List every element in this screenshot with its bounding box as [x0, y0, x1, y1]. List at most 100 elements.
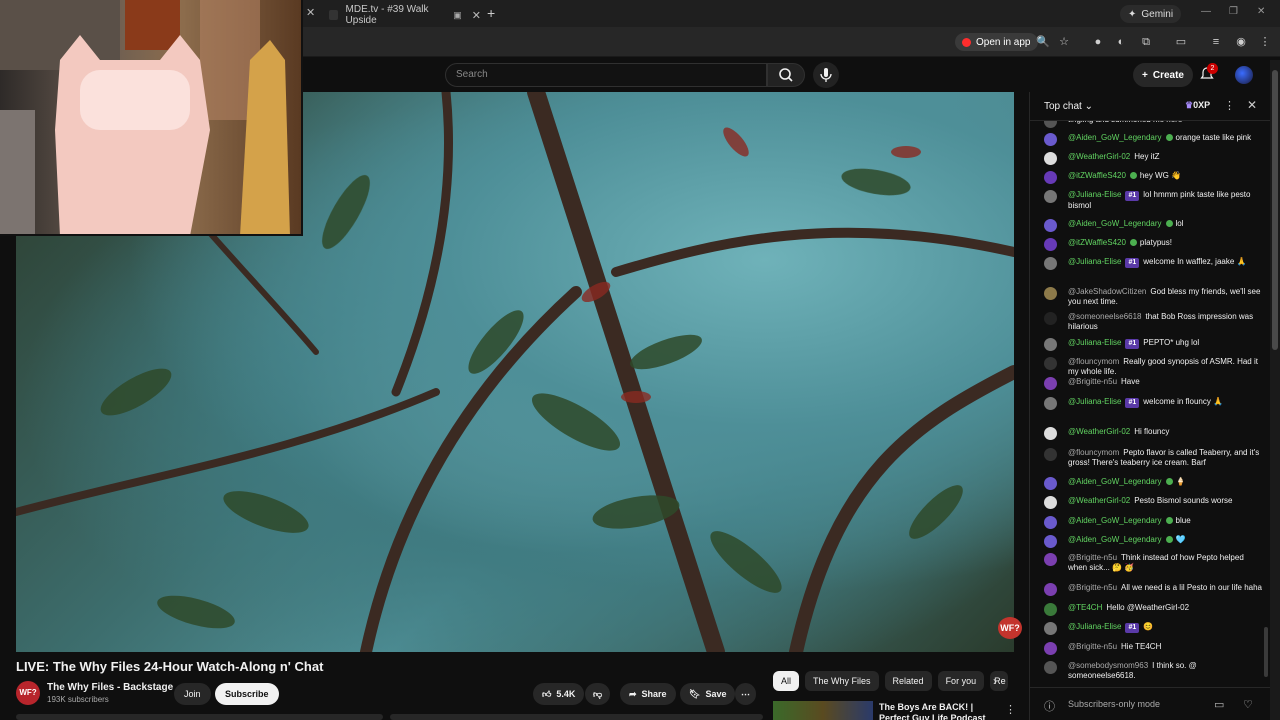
save-button[interactable]: 🔖︎ Save — [680, 683, 736, 705]
chat-author-avatar[interactable] — [1044, 477, 1057, 490]
chat-author-name[interactable]: @itZWaffleS420 — [1068, 238, 1126, 247]
open-in-app-button[interactable]: Open in app — [955, 33, 1038, 51]
bookmark-star-icon[interactable]: ☆ — [1057, 35, 1071, 49]
chat-message[interactable]: @Aiden_GoW_Legendary orange taste like pi… — [1044, 133, 1262, 146]
chat-author-name[interactable]: @Aiden_GoW_Legendary — [1068, 535, 1162, 544]
chat-author-name[interactable]: @WeatherGirl-02 — [1068, 496, 1130, 505]
chat-message[interactable]: @Aiden_GoW_Legendary blue — [1044, 516, 1262, 529]
extension-icon[interactable]: ● — [1091, 35, 1105, 49]
zoom-icon[interactable]: 🔍 — [1036, 35, 1050, 49]
chat-author-name[interactable]: @Juliana-Elise — [1068, 622, 1121, 631]
chat-message[interactable]: @WeatherGirl-02 Hey itZ — [1044, 152, 1262, 165]
chat-message[interactable]: @Aiden_GoW_Legendary 🩵 — [1044, 535, 1262, 548]
chip-the-why-files[interactable]: The Why Files — [805, 671, 879, 691]
gemini-button[interactable]: ✦ Gemini — [1120, 5, 1182, 23]
new-tab-button[interactable]: + — [487, 5, 495, 21]
chat-message-list[interactable]: tingling and summoned me here @Aiden_GoW_… — [1030, 121, 1262, 687]
chat-author-avatar[interactable] — [1044, 152, 1057, 165]
chat-message[interactable]: @Juliana-Elise #1 welcome in flouncy 🙏 — [1044, 397, 1262, 410]
chat-message[interactable]: @Brigitte-n5u Have — [1044, 377, 1262, 390]
chat-author-name[interactable]: @Brigitte-n5u — [1068, 553, 1117, 562]
chat-author-avatar[interactable] — [1044, 121, 1057, 128]
like-button[interactable]: 👍︎ 5.4K — [533, 683, 585, 705]
more-dots-icon[interactable]: ⋮ — [1005, 703, 1016, 716]
close-tab-icon[interactable]: ✕ — [306, 6, 315, 19]
chat-author-name[interactable]: @Brigitte-n5u — [1068, 583, 1117, 592]
chip-all[interactable]: All — [773, 671, 800, 691]
chat-author-avatar[interactable] — [1044, 312, 1057, 325]
chat-message[interactable]: @itZWaffleS420 hey WG 👋 — [1044, 171, 1262, 184]
close-icon[interactable]: ✕ — [1247, 98, 1257, 112]
scrollbar-thumb[interactable] — [1272, 70, 1278, 350]
heart-icon[interactable]: ♡ — [1243, 698, 1253, 711]
chat-author-avatar[interactable] — [1044, 219, 1057, 232]
chat-author-avatar[interactable] — [1044, 603, 1057, 616]
chat-message[interactable]: tingling and summoned me here — [1044, 121, 1262, 128]
chat-author-avatar[interactable] — [1044, 516, 1057, 529]
xp-badge[interactable]: ♛0XP — [1185, 100, 1210, 111]
more-dots-icon[interactable]: ⋮ — [1224, 99, 1235, 112]
profile-icon[interactable]: ◉ — [1234, 35, 1248, 49]
chat-author-name[interactable]: @flouncymom — [1068, 448, 1119, 457]
extensions-puzzle-icon[interactable]: ⧉ — [1139, 35, 1153, 49]
chat-author-avatar[interactable] — [1044, 171, 1057, 184]
chat-author-name[interactable]: @Brigitte-n5u — [1068, 377, 1117, 386]
chat-author-name[interactable]: @Aiden_GoW_Legendary — [1068, 516, 1162, 525]
close-window-icon[interactable]: ✕ — [1257, 6, 1265, 17]
chat-author-avatar[interactable] — [1044, 357, 1057, 370]
search-input[interactable]: Search — [445, 63, 767, 87]
chat-author-avatar[interactable] — [1044, 427, 1057, 440]
subscribe-button[interactable]: Subscribe — [215, 683, 279, 705]
channel-name[interactable]: The Why Files - Backstage — [47, 682, 173, 693]
chat-author-avatar[interactable] — [1044, 661, 1057, 674]
info-icon[interactable]: ⓘ — [1044, 698, 1055, 714]
chat-author-name[interactable]: @WeatherGirl-02 — [1068, 152, 1130, 161]
chat-message[interactable]: @Brigitte-n5u Hie TE4CH — [1044, 642, 1262, 655]
chat-message[interactable]: @Juliana-Elise #1 lol hmmm pink taste like… — [1044, 190, 1262, 211]
chat-author-name[interactable]: @TE4CH — [1068, 603, 1102, 612]
voice-search-button[interactable] — [813, 62, 839, 88]
close-tab-icon[interactable]: ✕ — [472, 9, 481, 22]
search-button[interactable] — [767, 63, 805, 87]
chat-author-name[interactable]: @WeatherGirl-02 — [1068, 427, 1130, 436]
chat-message[interactable]: @Juliana-Elise #1 😊 — [1044, 622, 1262, 635]
share-button[interactable]: ➦ Share — [620, 683, 676, 705]
description-box[interactable] — [390, 714, 763, 720]
chat-message[interactable]: @flouncymom Really good synopsis of ASMR.… — [1044, 357, 1262, 377]
chat-message[interactable]: @Juliana-Elise #1 welcome In wafflez, jaak… — [1044, 257, 1262, 270]
reading-list-icon[interactable]: ≡ — [1209, 35, 1223, 49]
super-chat-icon[interactable]: ▭ — [1214, 698, 1224, 711]
chat-author-name[interactable]: @somebodysmom963 — [1068, 661, 1148, 670]
create-button[interactable]: + Create — [1133, 63, 1193, 87]
chat-message[interactable]: @WeatherGirl-02 Pesto Bismol sounds worse — [1044, 496, 1262, 509]
chip-for-you[interactable]: For you — [937, 671, 985, 691]
chat-author-avatar[interactable] — [1044, 238, 1057, 251]
account-avatar[interactable] — [1235, 66, 1253, 84]
chat-author-name[interactable]: @Aiden_GoW_Legendary — [1068, 219, 1162, 228]
chat-message[interactable]: @Juliana-Elise #1 PEPTO* uhg lol — [1044, 338, 1262, 351]
chat-author-avatar[interactable] — [1044, 535, 1057, 548]
chat-author-name[interactable]: @Brigitte-n5u — [1068, 642, 1117, 651]
extension-icon[interactable]: ◐ — [1114, 35, 1128, 49]
browser-tab[interactable]: MDE.tv - #39 Walk Upside ▣ ✕ — [329, 3, 481, 27]
chat-author-name[interactable]: @Aiden_GoW_Legendary — [1068, 477, 1162, 486]
chat-author-avatar[interactable] — [1044, 377, 1057, 390]
chip-related[interactable]: Related — [884, 671, 932, 691]
chat-author-avatar[interactable] — [1044, 496, 1057, 509]
chat-author-avatar[interactable] — [1044, 622, 1057, 635]
chat-author-name[interactable]: @itZWaffleS420 — [1068, 171, 1126, 180]
chat-author-avatar[interactable] — [1044, 583, 1057, 596]
chat-author-name[interactable]: @Juliana-Elise — [1068, 397, 1121, 406]
chat-message[interactable]: @Aiden_GoW_Legendary lol — [1044, 219, 1262, 232]
minimize-icon[interactable]: — — [1201, 6, 1211, 17]
chat-author-avatar[interactable] — [1044, 397, 1057, 410]
chat-author-avatar[interactable] — [1044, 553, 1057, 566]
chat-author-name[interactable]: @Juliana-Elise — [1068, 338, 1121, 347]
chat-message[interactable]: @flouncymom Pepto flavor is called Teaber… — [1044, 448, 1262, 468]
chat-message[interactable]: @WeatherGirl-02 Hi flouncy — [1044, 427, 1262, 440]
channel-avatar[interactable]: WF? — [16, 681, 40, 705]
menu-dots-icon[interactable]: ⋮ — [1258, 35, 1272, 49]
description-box[interactable] — [16, 714, 383, 720]
maximize-icon[interactable]: ❐ — [1229, 6, 1238, 17]
join-button[interactable]: Join — [174, 683, 211, 705]
